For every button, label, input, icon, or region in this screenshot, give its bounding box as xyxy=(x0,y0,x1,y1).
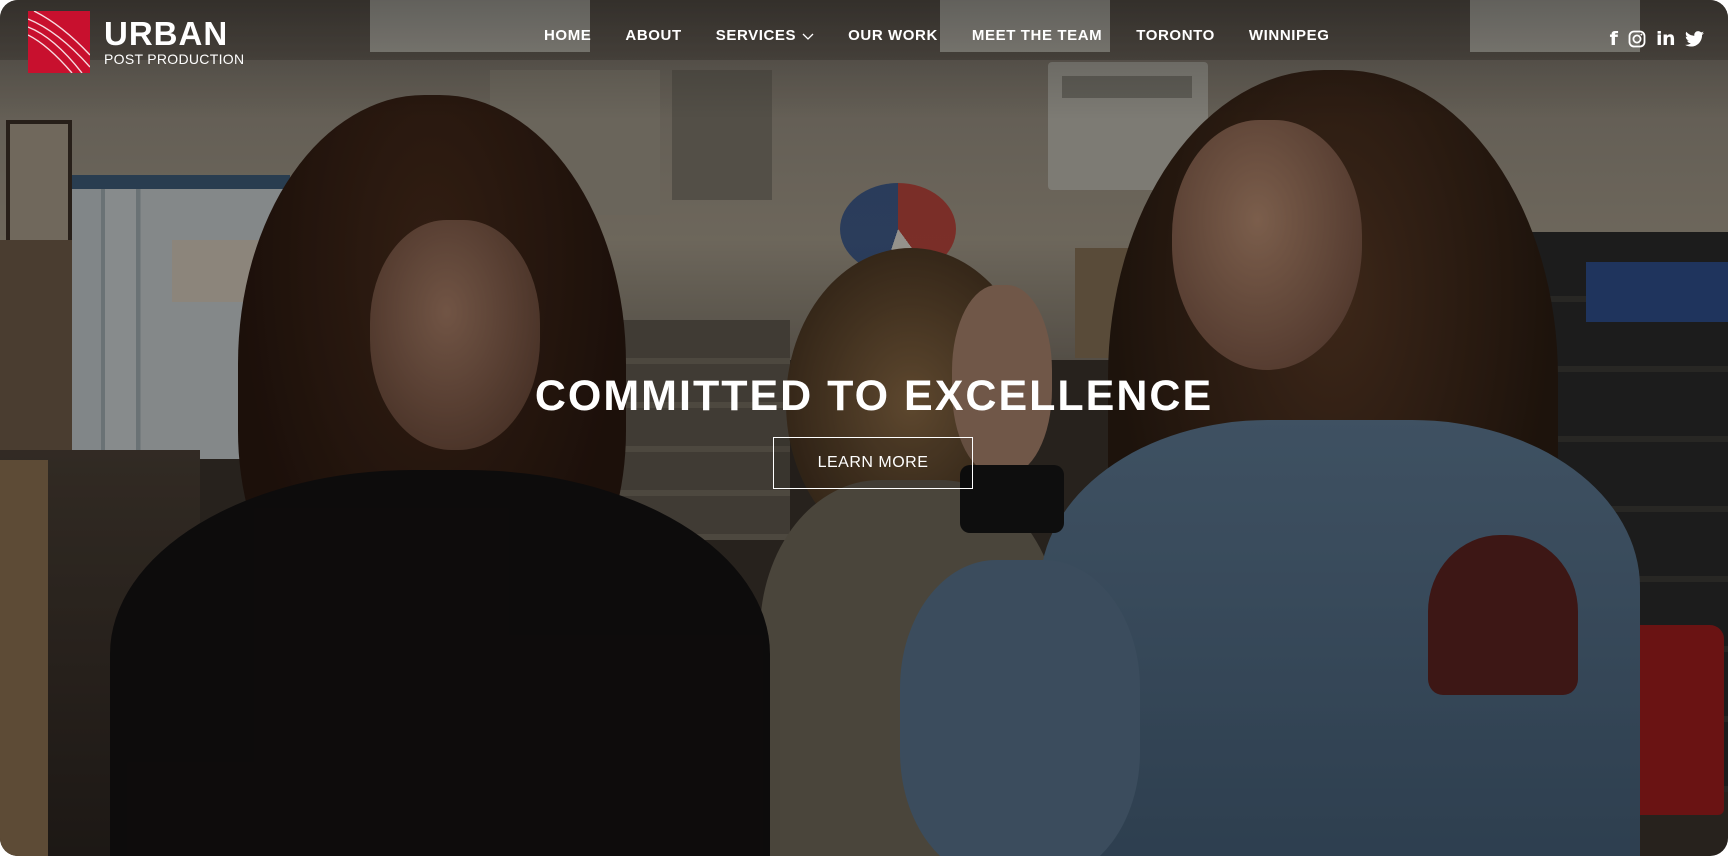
logo-title: URBAN xyxy=(104,14,229,52)
nav-item-our-work[interactable]: OUR WORK xyxy=(848,27,938,44)
instagram-icon[interactable] xyxy=(1628,30,1646,48)
chevron-down-icon xyxy=(802,28,814,45)
nav-item-services-label: SERVICES xyxy=(715,27,797,44)
nav-item-services[interactable]: SERVICES xyxy=(716,27,814,45)
hero-background-image xyxy=(0,0,1728,856)
logo[interactable]: URBAN POST PRODUCTION xyxy=(28,11,244,73)
logo-mark-icon xyxy=(28,11,90,73)
nav-item-home[interactable]: HOME xyxy=(544,27,591,44)
social-links: f in xyxy=(1600,28,1704,50)
hero-headline: COMMITTED TO EXCELLENCE xyxy=(534,372,1214,420)
nav-item-about[interactable]: ABOUT xyxy=(625,27,681,44)
facebook-icon[interactable]: f xyxy=(1610,28,1618,50)
nav-item-winnipeg[interactable]: WINNIPEG xyxy=(1249,27,1330,44)
linkedin-icon[interactable]: in xyxy=(1656,28,1676,50)
main-nav: HOME ABOUT SERVICES OUR WORK MEET THE TE… xyxy=(544,27,1364,45)
nav-item-meet-the-team[interactable]: MEET THE TEAM xyxy=(972,27,1102,44)
learn-more-button[interactable]: LEARN MORE xyxy=(773,437,973,489)
page-frame: URBAN POST PRODUCTION HOME ABOUT SERVICE… xyxy=(0,0,1728,856)
nav-item-toronto[interactable]: TORONTO xyxy=(1136,27,1215,44)
logo-subtitle: POST PRODUCTION xyxy=(104,50,245,67)
twitter-icon[interactable] xyxy=(1685,31,1704,47)
